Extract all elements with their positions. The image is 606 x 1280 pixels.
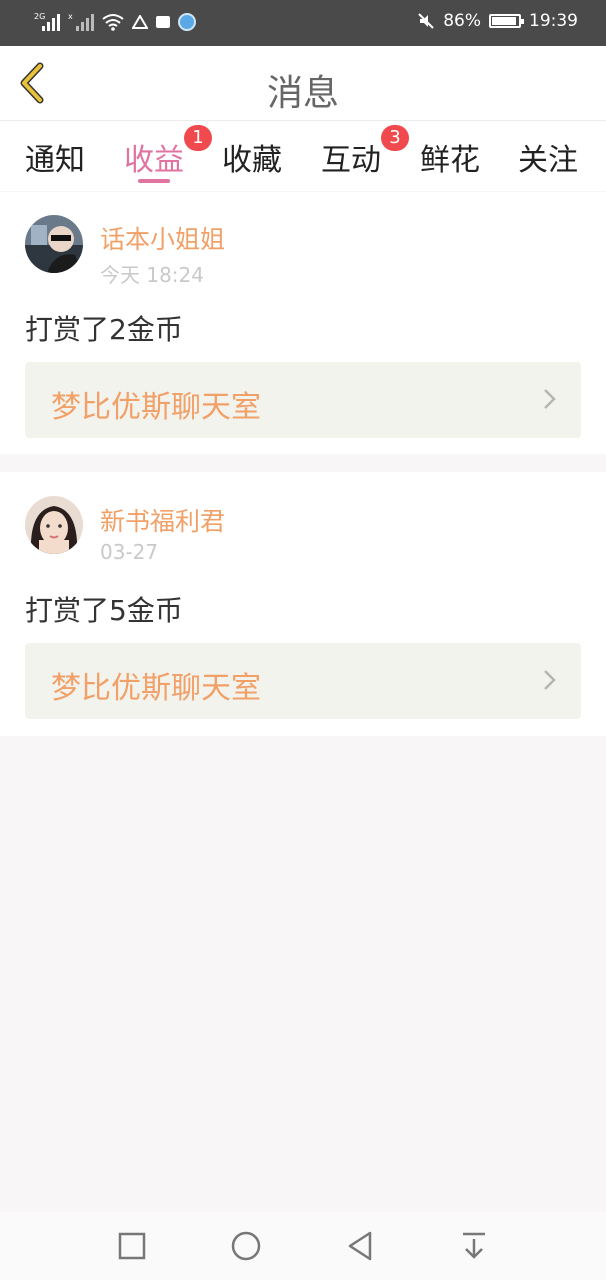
network-type: 2G bbox=[34, 12, 45, 21]
tab-earnings[interactable]: 收益 1 bbox=[124, 125, 212, 183]
unread-badge: 1 bbox=[184, 125, 212, 151]
wifi-icon bbox=[102, 14, 124, 31]
chatroom-name: 梦比优斯聊天室 bbox=[51, 671, 261, 706]
recent-apps-icon[interactable] bbox=[116, 1230, 148, 1262]
mute-icon bbox=[418, 13, 434, 29]
svg-text:x: x bbox=[68, 12, 73, 21]
warning-icon bbox=[132, 15, 148, 29]
system-nav-bar bbox=[0, 1212, 606, 1280]
tab-notice[interactable]: 通知 bbox=[25, 135, 85, 179]
chatroom-link[interactable]: 梦比优斯聊天室 bbox=[25, 643, 581, 719]
battery-icon bbox=[489, 14, 524, 28]
chatroom-name: 梦比优斯聊天室 bbox=[51, 390, 261, 425]
tab-label: 鲜花 bbox=[420, 143, 480, 178]
back-nav-icon[interactable] bbox=[344, 1230, 376, 1262]
status-bar: 2G x 86% 19:39 bbox=[0, 0, 606, 46]
battery-percent: 86% bbox=[443, 11, 481, 31]
app-icon bbox=[178, 13, 196, 31]
message-content: 打赏了2金币 bbox=[25, 313, 183, 346]
message-card: 新书福利君 03-27 打赏了5金币 梦比优斯聊天室 bbox=[0, 472, 606, 736]
home-icon[interactable] bbox=[230, 1230, 262, 1262]
tab-label: 互动 bbox=[321, 143, 381, 178]
message-card: 话本小姐姐 今天 18:24 打赏了2金币 梦比优斯聊天室 bbox=[0, 192, 606, 454]
message-time: 03-27 bbox=[100, 540, 159, 564]
avatar[interactable] bbox=[25, 496, 83, 554]
page-title: 消息 bbox=[266, 73, 339, 114]
clock: 19:39 bbox=[529, 11, 578, 31]
notification-icon bbox=[156, 16, 170, 28]
sender-name[interactable]: 新书福利君 bbox=[100, 502, 225, 538]
chevron-right-icon bbox=[544, 389, 556, 409]
tab-flowers[interactable]: 鲜花 bbox=[420, 135, 480, 179]
unread-badge: 3 bbox=[381, 125, 409, 151]
chevron-right-icon bbox=[544, 670, 556, 690]
tab-label: 收藏 bbox=[222, 143, 282, 178]
tab-following[interactable]: 关注 bbox=[518, 135, 578, 179]
app-header: 消息 bbox=[0, 46, 606, 121]
tab-favorites[interactable]: 收藏 bbox=[222, 135, 282, 179]
message-time: 今天 18:24 bbox=[100, 263, 204, 287]
notification-pulldown-icon[interactable] bbox=[458, 1230, 490, 1262]
active-tab-indicator bbox=[138, 179, 170, 183]
signal-icon: 2G bbox=[34, 12, 60, 31]
tab-label: 收益 bbox=[124, 143, 184, 178]
tab-interaction[interactable]: 互动 3 bbox=[321, 125, 409, 179]
tab-label: 关注 bbox=[518, 143, 578, 178]
signal-off-icon: x bbox=[68, 12, 94, 31]
avatar[interactable] bbox=[25, 215, 83, 273]
sender-name[interactable]: 话本小姐姐 bbox=[100, 220, 225, 256]
tab-bar: 通知 收益 1 收藏 互动 3 鲜花 关注 bbox=[0, 121, 606, 191]
chatroom-link[interactable]: 梦比优斯聊天室 bbox=[25, 362, 581, 438]
message-content: 打赏了5金币 bbox=[25, 594, 183, 627]
tab-label: 通知 bbox=[25, 143, 85, 178]
